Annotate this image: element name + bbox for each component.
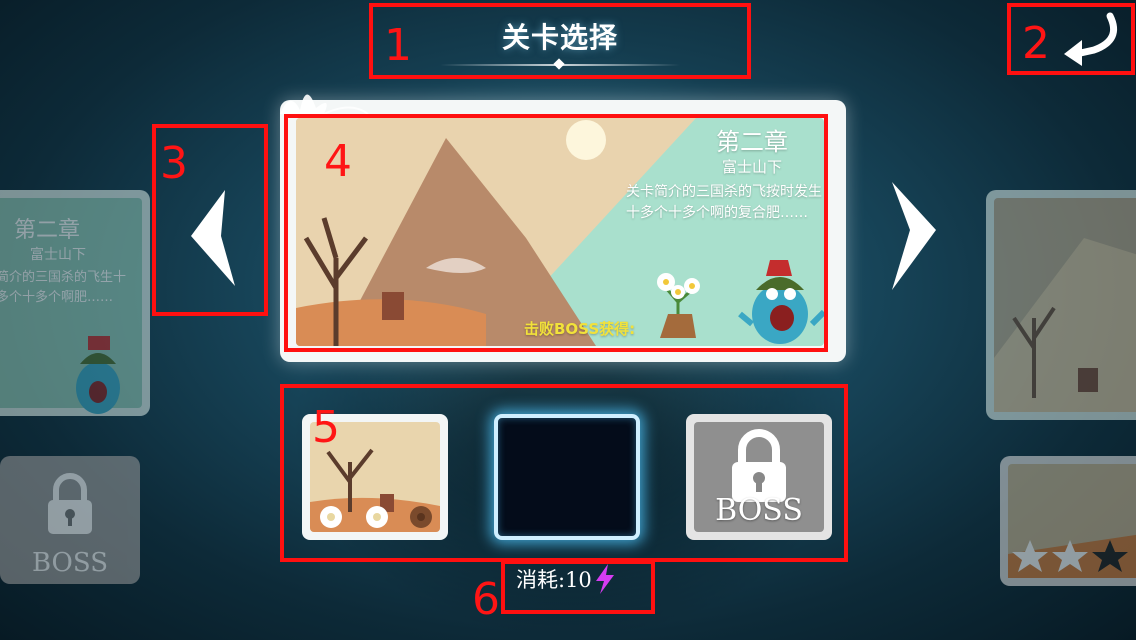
side-card-right-inner bbox=[994, 198, 1136, 412]
next-chapter-button[interactable] bbox=[880, 176, 950, 296]
side-slot-left-boss[interactable]: BOSS bbox=[0, 456, 140, 584]
annotation-number-2: 2 bbox=[1022, 18, 1050, 69]
tree-icon bbox=[994, 238, 1136, 412]
chevron-right-icon bbox=[892, 182, 936, 290]
annotation-box-6 bbox=[501, 560, 655, 614]
annotation-box-5 bbox=[280, 384, 848, 562]
side-slot-left-boss-label: BOSS bbox=[31, 548, 109, 578]
annotation-number-6: 6 bbox=[472, 574, 500, 625]
annotation-number-1: 1 bbox=[384, 20, 412, 71]
side-card-left[interactable]: 第二章 富士山下 简介的三国杀的飞生十多个十多个啊肥…… bbox=[0, 190, 150, 416]
annotation-box-4 bbox=[284, 114, 828, 352]
side-card-left-description: 简介的三国杀的飞生十多个十多个啊肥…… bbox=[0, 270, 127, 305]
side-card-left-inner: 第二章 富士山下 简介的三国杀的飞生十多个十多个啊肥…… bbox=[0, 198, 142, 414]
star-row-icon bbox=[1008, 534, 1136, 578]
lock-icon bbox=[48, 473, 92, 534]
annotation-box-1 bbox=[369, 3, 751, 79]
side-slot-right-inner bbox=[1008, 464, 1136, 578]
monster-icon bbox=[76, 336, 120, 414]
annotation-number-4: 4 bbox=[324, 136, 352, 187]
annotation-number-5: 5 bbox=[312, 402, 340, 453]
side-card-left-title: 第二章 bbox=[14, 218, 81, 243]
annotation-number-3: 3 bbox=[160, 138, 188, 189]
side-card-right[interactable] bbox=[986, 190, 1136, 420]
side-slot-right[interactable] bbox=[1000, 456, 1136, 586]
side-card-left-subtitle: 富士山下 bbox=[30, 247, 86, 263]
